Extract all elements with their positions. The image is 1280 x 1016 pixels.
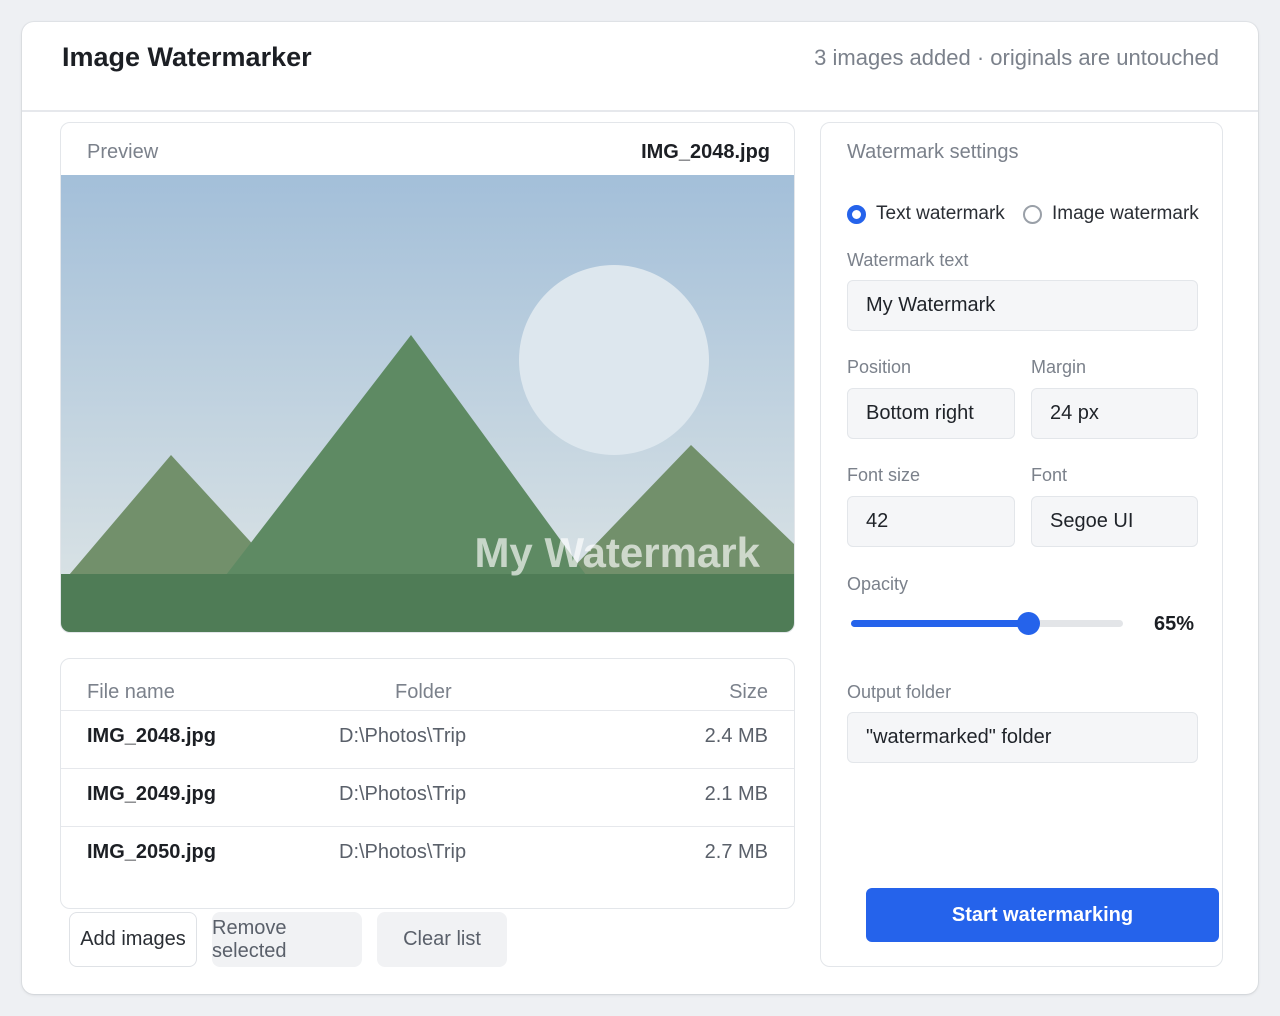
- font-size-input[interactable]: 42: [847, 496, 1015, 547]
- radio-label: Image watermark: [1052, 203, 1199, 224]
- column-header-name: File name: [87, 681, 175, 703]
- file-folder: D:\Photos\Trip: [339, 841, 467, 863]
- file-name: IMG_2048.jpg: [87, 725, 216, 747]
- text-watermark-radio[interactable]: Text watermark: [847, 203, 1005, 225]
- radio-unselected-icon: [1023, 204, 1042, 224]
- radio-label: Text watermark: [876, 203, 1005, 224]
- image-watermark-radio[interactable]: Image watermark: [1023, 203, 1199, 225]
- font-label: Font: [1031, 465, 1068, 485]
- margin-input[interactable]: 24 px: [1031, 388, 1198, 439]
- margin-label: Margin: [1031, 357, 1087, 377]
- sun: [519, 265, 709, 455]
- settings-panel: Watermark settings Text watermark Image …: [820, 122, 1223, 967]
- output-folder-label: Output folder: [847, 682, 952, 702]
- opacity-value: 65%: [1153, 613, 1194, 635]
- opacity-slider-fill: [851, 620, 1028, 627]
- font-size-label: Font size: [847, 465, 921, 485]
- file-row[interactable]: IMG_2048.jpg D:\Photos\Trip 2.4 MB: [61, 711, 794, 769]
- remove-selected-button[interactable]: Remove selected: [212, 912, 362, 967]
- file-list-header: File name Folder Size: [61, 659, 794, 711]
- opacity-slider[interactable]: [851, 612, 1123, 635]
- settings-title: Watermark settings: [847, 141, 1019, 163]
- watermark-text-input[interactable]: My Watermark: [847, 280, 1198, 331]
- start-watermarking-button[interactable]: Start watermarking: [866, 888, 1219, 942]
- preview-image: My Watermark: [61, 175, 794, 632]
- file-size: 2.7 MB: [704, 841, 768, 863]
- preview-filename: IMG_2048.jpg: [641, 141, 770, 163]
- app-window: Image Watermarker 3 images added · origi…: [22, 22, 1258, 994]
- position-label: Position: [847, 357, 912, 377]
- file-size: 2.1 MB: [704, 783, 768, 805]
- column-header-folder: Folder: [395, 681, 452, 703]
- file-list: File name Folder Size IMG_2048.jpg D:\Ph…: [60, 658, 795, 909]
- clear-list-button[interactable]: Clear list: [377, 912, 507, 967]
- add-images-button[interactable]: Add images: [69, 912, 197, 967]
- opacity-label: Opacity: [847, 574, 909, 594]
- radio-selected-icon: [847, 204, 866, 224]
- file-size: 2.4 MB: [704, 725, 768, 747]
- preview-panel: Preview IMG_2048.jpg My Watermark: [60, 122, 795, 633]
- output-folder-select[interactable]: "watermarked" folder: [847, 712, 1198, 763]
- file-folder: D:\Photos\Trip: [339, 783, 467, 805]
- file-name: IMG_2049.jpg: [87, 783, 216, 805]
- watermark-text-label: Watermark text: [847, 250, 969, 270]
- file-folder: D:\Photos\Trip: [339, 725, 467, 747]
- app-header: Image Watermarker 3 images added · origi…: [22, 22, 1258, 112]
- status-text: 3 images added · originals are untouched: [814, 45, 1219, 70]
- position-select[interactable]: Bottom right: [847, 388, 1015, 439]
- preview-label: Preview: [87, 141, 159, 163]
- file-name: IMG_2050.jpg: [87, 841, 216, 863]
- app-title: Image Watermarker: [62, 42, 312, 72]
- watermark-overlay: My Watermark: [474, 529, 760, 576]
- opacity-slider-thumb[interactable]: [1016, 612, 1040, 635]
- file-row[interactable]: IMG_2049.jpg D:\Photos\Trip 2.1 MB: [61, 769, 794, 827]
- file-row[interactable]: IMG_2050.jpg D:\Photos\Trip 2.7 MB: [61, 827, 794, 885]
- ground: [61, 574, 794, 632]
- preview-canvas: My Watermark: [61, 175, 794, 632]
- column-header-size: Size: [729, 681, 768, 703]
- font-select[interactable]: Segoe UI: [1031, 496, 1198, 547]
